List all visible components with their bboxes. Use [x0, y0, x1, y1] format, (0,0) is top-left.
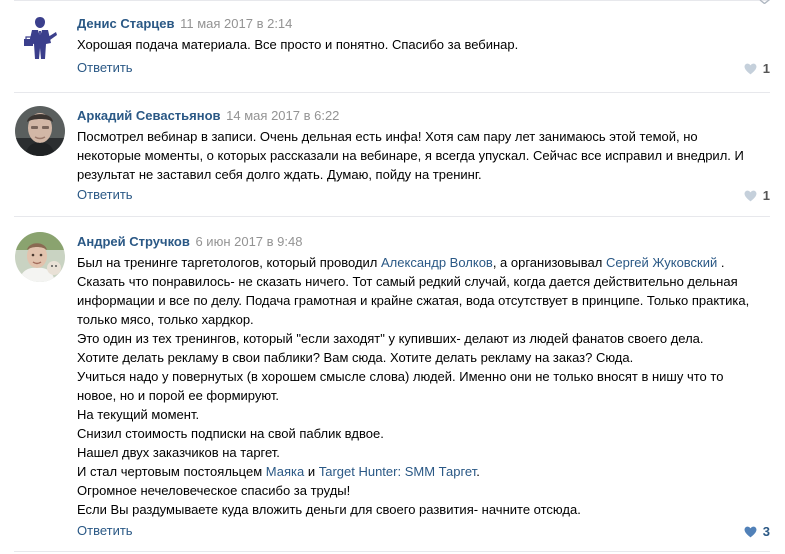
comment-author[interactable]: Андрей Стручков — [77, 234, 190, 249]
top-divider — [14, 0, 770, 1]
mention-link[interactable]: Сергей Жуковский — [606, 255, 717, 270]
comment-line: новое, но и порой ее формируют. — [77, 386, 767, 405]
avatar-andrey[interactable] — [15, 232, 65, 282]
comment-line: результат не заставил себя долго ждать. … — [77, 165, 767, 184]
text-fragment: Учиться надо у повернутых (в хорошем смы… — [77, 369, 724, 384]
comment-line: Нашел двух заказчиков на таргет. — [77, 443, 767, 462]
comment-line: Был на тренинге таргетологов, который пр… — [77, 253, 767, 272]
comment-line: Хорошая подача материала. Все просто и п… — [77, 35, 767, 54]
comment-line: Если Вы раздумываете куда вложить деньги… — [77, 500, 767, 519]
comment-line: Учиться надо у повернутых (в хорошем смы… — [77, 367, 767, 386]
comment-line: только мясо, только хардкор. — [77, 310, 767, 329]
avatar-arkadiy[interactable] — [15, 106, 65, 156]
text-fragment: И стал чертовым постояльцем — [77, 464, 266, 479]
comment-author[interactable]: Денис Старцев — [77, 16, 174, 31]
comment-line: Хотите делать рекламу в свои паблики? Ва… — [77, 348, 767, 367]
text-fragment: Это один из тех тренингов, который "если… — [77, 331, 704, 346]
comment-date[interactable]: 11 мая 2017 в 2:14 — [180, 16, 292, 31]
comment-line: Огромное нечеловеческое спасибо за труды… — [77, 481, 767, 500]
text-fragment: и — [304, 464, 319, 479]
collapse-icon[interactable] — [759, 0, 770, 4]
text-fragment: Нашел двух заказчиков на таргет. — [77, 445, 280, 460]
text-fragment: Сказать что понравилось- не сказать ниче… — [77, 274, 738, 289]
like-button[interactable]: 1 — [744, 188, 770, 203]
like-count: 1 — [762, 188, 770, 203]
avatar-denis[interactable] — [15, 13, 65, 63]
reply-button[interactable]: Ответить — [77, 187, 133, 203]
comment-line: Сказать что понравилось- не сказать ниче… — [77, 272, 767, 291]
text-fragment: На текущий момент. — [77, 407, 200, 422]
comment-divider — [14, 551, 770, 552]
comment-line: Это один из тех тренингов, который "если… — [77, 329, 767, 348]
comment-date[interactable]: 6 июн 2017 в 9:48 — [195, 234, 302, 249]
text-fragment: Если Вы раздумываете куда вложить деньги… — [77, 502, 581, 517]
reply-button[interactable]: Ответить — [77, 60, 133, 76]
text-fragment: Посмотрел вебинар в записи. Очень дельна… — [77, 129, 698, 144]
comment-date[interactable]: 14 мая 2017 в 6:22 — [226, 108, 339, 123]
heart-icon — [744, 190, 757, 201]
mention-link[interactable]: Александр Волков — [381, 255, 493, 270]
comment-author[interactable]: Аркадий Севастьянов — [77, 108, 221, 123]
text-fragment: Хорошая подача материала. Все просто и п… — [77, 37, 519, 52]
text-fragment: результат не заставил себя долго ждать. … — [77, 167, 482, 182]
comment-line: И стал чертовым постояльцем Маяка и Targ… — [77, 462, 767, 481]
comment-line: информации и все по делу. Подача грамотн… — [77, 291, 767, 310]
comment-line: Снизил стоимость подписки на свой паблик… — [77, 424, 767, 443]
like-count: 3 — [762, 524, 770, 539]
text-fragment: Хотите делать рекламу в свои паблики? Ва… — [77, 350, 634, 365]
comment-text: Был на тренинге таргетологов, который пр… — [77, 253, 767, 519]
comment-text: Хорошая подача материала. Все просто и п… — [77, 35, 767, 54]
text-fragment: только мясо, только хардкор. — [77, 312, 254, 327]
text-fragment: некоторые моменты, о которых рассказали … — [77, 148, 744, 163]
like-button[interactable]: 1 — [744, 61, 770, 76]
comment-line: некоторые моменты, о которых рассказали … — [77, 146, 767, 165]
mention-link[interactable]: Target Hunter: SMM Таргет — [319, 464, 477, 479]
text-fragment: Снизил стоимость подписки на свой паблик… — [77, 426, 384, 441]
comment-divider — [14, 92, 770, 93]
heart-icon — [744, 63, 757, 74]
text-fragment: Огромное нечеловеческое спасибо за труды… — [77, 483, 351, 498]
comment-line: Посмотрел вебинар в записи. Очень дельна… — [77, 127, 767, 146]
text-fragment: информации и все по делу. Подача грамотн… — [77, 293, 750, 308]
text-fragment: . — [476, 464, 480, 479]
like-count: 1 — [762, 61, 770, 76]
comment-line: На текущий момент. — [77, 405, 767, 424]
reply-button[interactable]: Ответить — [77, 523, 133, 539]
text-fragment: новое, но и порой ее формируют. — [77, 388, 279, 403]
mention-link[interactable]: Маяка — [266, 464, 304, 479]
comment-text: Посмотрел вебинар в записи. Очень дельна… — [77, 127, 767, 184]
heart-icon — [744, 526, 757, 537]
text-fragment: Был на тренинге таргетологов, который пр… — [77, 255, 381, 270]
text-fragment: , а организовывал — [492, 255, 606, 270]
comment-divider — [14, 216, 770, 217]
like-button[interactable]: 3 — [744, 524, 770, 539]
text-fragment: . — [717, 255, 725, 270]
